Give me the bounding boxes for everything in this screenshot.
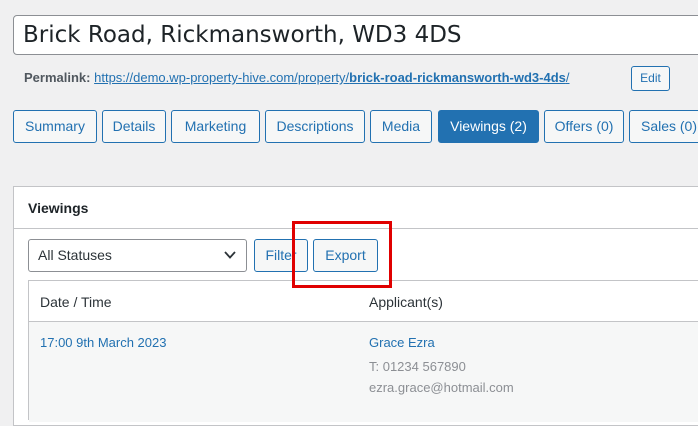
status-filter-value: All Statuses xyxy=(38,247,112,263)
tab-viewings[interactable]: Viewings (2) xyxy=(438,110,539,143)
panel-header: Viewings xyxy=(14,187,698,229)
table-header: Date / Time Applicant(s) xyxy=(29,281,698,322)
tab-descriptions[interactable]: Descriptions xyxy=(265,110,365,143)
permalink-row: Permalink: https://demo.wp-property-hive… xyxy=(24,70,570,85)
applicant-email: ezra.grace@hotmail.com xyxy=(369,380,514,395)
applicant-phone: T: 01234 567890 xyxy=(369,359,466,374)
column-header-date-time: Date / Time xyxy=(40,294,112,310)
edit-permalink-button[interactable]: Edit xyxy=(631,66,670,91)
permalink-slug: brick-road-rickmansworth-wd3-4ds xyxy=(349,70,566,85)
status-filter-select[interactable]: All Statuses xyxy=(28,239,247,272)
permalink-link[interactable]: https://demo.wp-property-hive.com/proper… xyxy=(94,70,569,85)
panel-title: Viewings xyxy=(28,200,89,216)
tab-details[interactable]: Details xyxy=(102,110,166,143)
table-row: 17:00 9th March 2023 Grace Ezra T: 01234… xyxy=(29,322,698,422)
tab-sales[interactable]: Sales (0) xyxy=(629,110,698,143)
chevron-down-icon xyxy=(224,251,236,259)
applicant-name-link[interactable]: Grace Ezra xyxy=(369,335,435,350)
permalink-base: https://demo.wp-property-hive.com/proper… xyxy=(94,70,350,85)
tab-marketing[interactable]: Marketing xyxy=(171,110,260,143)
tab-media[interactable]: Media xyxy=(370,110,432,143)
column-header-applicants: Applicant(s) xyxy=(369,294,443,310)
tab-offers[interactable]: Offers (0) xyxy=(544,110,624,143)
permalink-trailing: / xyxy=(565,70,570,85)
permalink-label: Permalink: xyxy=(24,70,91,85)
tab-summary[interactable]: Summary xyxy=(13,110,97,143)
viewings-table: Date / Time Applicant(s) 17:00 9th March… xyxy=(28,280,698,422)
viewing-datetime-link[interactable]: 17:00 9th March 2023 xyxy=(40,335,166,350)
filter-button[interactable]: Filter xyxy=(254,239,308,272)
post-title-input[interactable]: Brick Road, Rickmansworth, WD3 4DS xyxy=(13,15,698,55)
export-button[interactable]: Export xyxy=(313,239,378,272)
